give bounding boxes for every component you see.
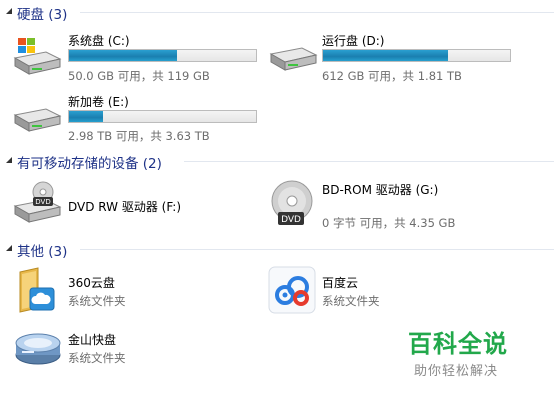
- folder-name: 百度云: [322, 276, 359, 290]
- group-divider: [184, 161, 554, 162]
- group-header-other[interactable]: 其他 (3): [0, 239, 554, 260]
- group-divider: [80, 249, 554, 250]
- group-title: 有可移动存储的设备 (2): [17, 156, 162, 172]
- folder-baidu-cloud[interactable]: 百度云 系统文件夹: [268, 266, 508, 316]
- drive-space-info: 2.98 TB 可用，共 3.63 TB: [68, 129, 210, 143]
- dvd-disc-icon: DVD: [271, 180, 313, 225]
- drive-name: 系统盘 (C:): [68, 34, 130, 48]
- drive-space-info: 0 字节 可用，共 4.35 GB: [322, 216, 456, 230]
- watermark-subtitle: 助你轻松解决: [414, 364, 499, 379]
- folder-kuaipan[interactable]: 金山快盘 系统文件夹: [14, 325, 244, 375]
- hard-drive-icon: [13, 108, 62, 132]
- collapse-triangle-icon[interactable]: [5, 244, 13, 252]
- drive-f[interactable]: DVD DVD RW 驱动器 (F:): [12, 180, 252, 230]
- capacity-bar: [68, 49, 257, 62]
- drive-name: BD-ROM 驱动器 (G:): [322, 183, 439, 197]
- group-divider: [80, 12, 554, 13]
- dvd-rw-drive-icon: DVD: [13, 181, 62, 223]
- drive-name: 新加卷 (E:): [68, 95, 129, 109]
- collapse-triangle-icon[interactable]: [5, 156, 13, 164]
- hard-drive-icon: [269, 47, 318, 71]
- group-header-removable[interactable]: 有可移动存储的设备 (2): [0, 151, 554, 172]
- group-header-hard-disks[interactable]: 硬盘 (3): [0, 2, 554, 23]
- drive-d[interactable]: 运行盘 (D:) 612 GB 可用，共 1.81 TB: [268, 32, 513, 84]
- folder-type: 系统文件夹: [322, 294, 380, 308]
- drive-c[interactable]: 系统盘 (C:) 50.0 GB 可用，共 119 GB: [12, 32, 257, 84]
- capacity-bar: [68, 110, 257, 123]
- collapse-triangle-icon[interactable]: [5, 7, 13, 15]
- folder-360-cloud[interactable]: 360云盘 系统文件夹: [14, 266, 244, 316]
- watermark-title: 百科全说: [408, 330, 508, 358]
- group-title: 其他 (3): [17, 244, 68, 260]
- folder-type: 系统文件夹: [68, 351, 126, 365]
- drive-name: 运行盘 (D:): [322, 34, 385, 48]
- drive-space-info: 612 GB 可用，共 1.81 TB: [322, 69, 462, 83]
- svg-text:DVD: DVD: [35, 198, 50, 206]
- windows-drive-icon: [13, 38, 62, 75]
- capacity-bar: [322, 49, 511, 62]
- cloud-folder-icon: [19, 267, 55, 313]
- watermark-logo: 百科全说 助你轻松解决: [392, 318, 528, 384]
- drive-space-info: 50.0 GB 可用，共 119 GB: [68, 69, 210, 83]
- folder-type: 系统文件夹: [68, 294, 126, 308]
- svg-text:DVD: DVD: [281, 215, 301, 225]
- drive-e[interactable]: 新加卷 (E:) 2.98 TB 可用，共 3.63 TB: [12, 93, 257, 145]
- folder-name: 360云盘: [68, 276, 115, 290]
- group-title: 硬盘 (3): [17, 7, 68, 23]
- baidu-cloud-icon: [268, 266, 316, 314]
- drive-name: DVD RW 驱动器 (F:): [68, 200, 182, 214]
- folder-name: 金山快盘: [68, 333, 117, 347]
- kuaipan-drive-icon: [15, 333, 61, 365]
- drive-g[interactable]: DVD BD-ROM 驱动器 (G:) 0 字节 可用，共 4.35 GB: [268, 179, 518, 231]
